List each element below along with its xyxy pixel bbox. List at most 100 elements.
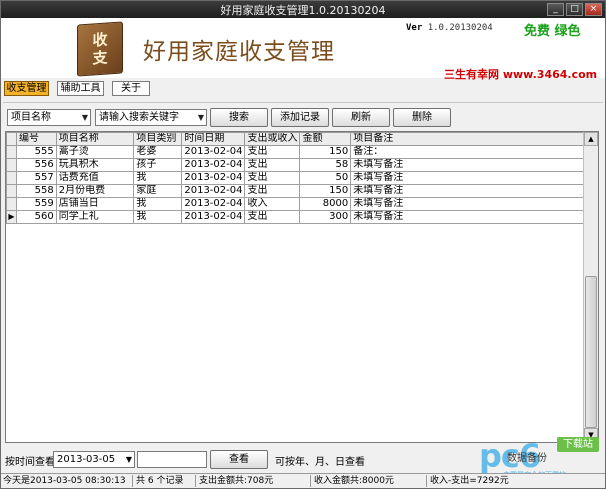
cell-amount[interactable]: 50	[299, 171, 352, 185]
cell-item-name[interactable]: 话费充值	[55, 171, 135, 185]
field-select[interactable]: 项目名称 ▼	[7, 109, 91, 126]
search-button[interactable]: 搜索	[210, 108, 268, 127]
cell-note[interactable]: 未填写备注	[350, 171, 584, 185]
cell-category[interactable]: 家庭	[133, 184, 183, 198]
cell-amount[interactable]: 58	[299, 158, 352, 172]
search-input[interactable]: 请输入搜索关键字 ▼	[95, 109, 207, 126]
version-prefix: Ver	[406, 23, 423, 33]
records-table: 编号 项目名称 项目类别 时间日期 支出或收入 金额 项目备注 555 蒿子烫	[6, 132, 584, 224]
row-indicator[interactable]	[6, 145, 17, 159]
column-header[interactable]: 支出或收入	[244, 132, 301, 146]
cell-type[interactable]: 收入	[244, 197, 301, 211]
cell-date[interactable]: 2013-02-04	[181, 197, 246, 211]
column-header[interactable]: 项目备注	[350, 132, 584, 146]
backup-button[interactable]: 数据备份	[507, 449, 547, 464]
cell-amount[interactable]: 150	[299, 184, 352, 198]
chevron-down-icon: ▼	[81, 113, 88, 122]
cell-type[interactable]: 支出	[244, 158, 301, 172]
cell-amount[interactable]: 150	[299, 145, 352, 159]
column-header[interactable]: 项目名称	[55, 132, 135, 146]
cell-date[interactable]: 2013-02-04	[181, 158, 246, 172]
row-indicator[interactable]	[6, 197, 17, 211]
status-balance: 收入-支出=7292元	[430, 476, 509, 486]
cell-type[interactable]: 支出	[244, 145, 301, 159]
table-row[interactable]: 556 玩具积木 孩子 2013-02-04 支出 58 未填写备注	[6, 158, 584, 172]
cell-id[interactable]: 560	[15, 210, 57, 224]
date-picker[interactable]: 2013-03-05 ▼	[53, 451, 135, 468]
close-button[interactable]: ×	[585, 3, 602, 16]
cell-date[interactable]: 2013-02-04	[181, 171, 246, 185]
records-grid[interactable]: 编号 项目名称 项目类别 时间日期 支出或收入 金额 项目备注 555 蒿子烫	[5, 131, 599, 443]
cell-type[interactable]: 支出	[244, 171, 301, 185]
row-indicator-header	[6, 132, 17, 146]
table-row-current[interactable]: ▶ 560 同学上礼 我 2013-02-04 支出 300 未填写备注	[6, 210, 584, 224]
column-header[interactable]: 时间日期	[181, 132, 246, 146]
cell-note[interactable]: 未填写备注	[350, 210, 584, 224]
row-indicator[interactable]	[6, 158, 17, 172]
table-row[interactable]: 557 话费充值 我 2013-02-04 支出 50 未填写备注	[6, 171, 584, 185]
date-picker-value: 2013-03-05	[57, 454, 116, 465]
cell-category[interactable]: 我	[133, 210, 183, 224]
query-label: 按时间查看	[5, 457, 55, 468]
query-hint: 可按年、月、日查看	[275, 457, 365, 468]
status-count: 共 6 个记录	[134, 475, 196, 487]
cell-id[interactable]: 556	[15, 158, 57, 172]
query-text-input[interactable]	[137, 451, 207, 468]
column-header[interactable]: 项目类别	[133, 132, 183, 146]
app-name: 好用家庭收支管理	[143, 39, 335, 65]
watermark-badge: 下载站	[557, 437, 599, 452]
table-row[interactable]: 558 2月份电费 家庭 2013-02-04 支出 150 未填写备注	[6, 184, 584, 198]
table-row[interactable]: 559 店铺当日 我 2013-02-04 收入 8000 未填写备注	[6, 197, 584, 211]
status-bar: 今天是2013-03-05 08:30:13 共 6 个记录 支出金额共:708…	[1, 473, 605, 488]
cell-category[interactable]: 老婆	[133, 145, 183, 159]
cell-amount[interactable]: 8000	[299, 197, 352, 211]
window-controls: _ □ ×	[547, 3, 602, 16]
minimize-button[interactable]: _	[547, 3, 564, 16]
cell-note[interactable]: 备注：	[350, 145, 584, 159]
add-record-button[interactable]: 添加记录	[271, 108, 329, 127]
scrollbar-thumb[interactable]	[585, 276, 597, 428]
cell-date[interactable]: 2013-02-04	[181, 210, 246, 224]
column-header[interactable]: 金额	[299, 132, 352, 146]
delete-button[interactable]: 删除	[393, 108, 451, 127]
cell-item-name[interactable]: 2月份电费	[55, 184, 135, 198]
cell-item-name[interactable]: 店铺当日	[55, 197, 135, 211]
column-header[interactable]: 编号	[15, 132, 57, 146]
version-number: 1.0.20130204	[427, 23, 493, 33]
app-header: 收 支 好用家庭收支管理 Ver 1.0.20130204 免费 绿色 三生有幸…	[1, 18, 605, 81]
cell-id[interactable]: 559	[15, 197, 57, 211]
refresh-button[interactable]: 刷新	[332, 108, 390, 127]
tab-about[interactable]: 关于	[112, 81, 150, 96]
cell-note[interactable]: 未填写备注	[350, 197, 584, 211]
cell-type[interactable]: 支出	[244, 210, 301, 224]
cell-id[interactable]: 558	[15, 184, 57, 198]
cell-item-name[interactable]: 玩具积木	[55, 158, 135, 172]
table-row[interactable]: 555 蒿子烫 老婆 2013-02-04 支出 150 备注：	[6, 145, 584, 159]
cell-note[interactable]: 未填写备注	[350, 184, 584, 198]
arrow-up-icon[interactable]: ▲	[584, 132, 598, 146]
cell-amount[interactable]: 300	[299, 210, 352, 224]
cell-category[interactable]: 孩子	[133, 158, 183, 172]
cell-date[interactable]: 2013-02-04	[181, 184, 246, 198]
title-bar: 好用家庭收支管理1.0.20130204 _ □ ×	[1, 1, 605, 18]
cell-item-name[interactable]: 同学上礼	[55, 210, 135, 224]
row-pointer-icon[interactable]: ▶	[6, 210, 17, 224]
cell-date[interactable]: 2013-02-04	[181, 145, 246, 159]
cell-item-name[interactable]: 蒿子烫	[55, 145, 135, 159]
chevron-down-icon: ▼	[197, 113, 204, 122]
cell-category[interactable]: 我	[133, 197, 183, 211]
status-today: 今天是2013-03-05 08:30:13	[1, 475, 133, 487]
status-expense: 支出金额共:708元	[197, 475, 311, 487]
row-indicator[interactable]	[6, 171, 17, 185]
vertical-scrollbar[interactable]: ▲ ▼	[583, 132, 598, 442]
cell-type[interactable]: 支出	[244, 184, 301, 198]
cell-id[interactable]: 557	[15, 171, 57, 185]
tab-income-expense[interactable]: 收支管理	[4, 81, 49, 96]
cell-note[interactable]: 未填写备注	[350, 158, 584, 172]
maximize-button[interactable]: □	[566, 3, 583, 16]
cell-category[interactable]: 我	[133, 171, 183, 185]
view-button[interactable]: 查看	[210, 450, 268, 469]
tab-tools[interactable]: 辅助工具	[57, 81, 104, 96]
cell-id[interactable]: 555	[15, 145, 57, 159]
row-indicator[interactable]	[6, 184, 17, 198]
